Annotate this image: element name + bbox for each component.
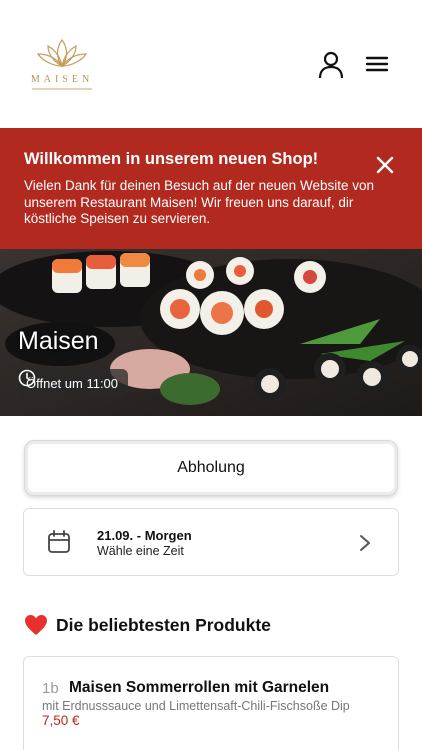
- pickup-button[interactable]: Abholung: [24, 440, 398, 496]
- lotus-logo: [36, 38, 88, 68]
- opening-hours-text: Öffnet um 11:00: [26, 375, 119, 391]
- close-icon: [376, 156, 394, 174]
- popular-products-title: Die beliebtesten Produkte: [56, 614, 271, 635]
- hero-image: Maisen Öffnet um 11:00: [0, 249, 422, 416]
- pickup-time-selector[interactable]: 21.09. - Morgen Wähle eine Zeit: [23, 508, 399, 576]
- banner-title: Willkommen in unserem neuen Shop!: [24, 150, 319, 168]
- header: MAISEN: [0, 0, 422, 128]
- account-button[interactable]: [316, 50, 346, 80]
- banner-text: Vielen Dank für deinen Besuch auf der ne…: [24, 178, 374, 226]
- opening-hours-badge: Öffnet um 11:00: [18, 369, 129, 397]
- product-card[interactable]: 1b Maisen Sommerrollen mit Garnelen mit …: [23, 656, 399, 750]
- choose-time-label: Wähle eine Zeit: [97, 544, 184, 558]
- clock-icon: [18, 369, 36, 387]
- logo-underline: [32, 88, 92, 90]
- product-price: 7,50 €: [42, 713, 80, 728]
- heart-icon: [25, 615, 47, 635]
- product-number: 1b: [42, 680, 59, 697]
- product-description: mit Erdnusssauce und Limettensaft-Chili-…: [42, 699, 350, 713]
- chevron-right-icon: [360, 535, 370, 551]
- product-name: Maisen Sommerrollen mit Garnelen: [69, 679, 330, 696]
- restaurant-name: Maisen: [18, 327, 99, 355]
- logo-text: MAISEN: [30, 74, 94, 85]
- banner-close-button[interactable]: [374, 154, 396, 176]
- user-icon: [318, 51, 344, 79]
- menu-button[interactable]: [362, 52, 392, 78]
- welcome-banner: Willkommen in unserem neuen Shop! Vielen…: [0, 128, 422, 249]
- pickup-date: 21.09. - Morgen: [97, 528, 192, 543]
- calendar-icon: [48, 530, 70, 553]
- maisen-logo[interactable]: MAISEN: [28, 36, 96, 96]
- popular-products-heading: Die beliebtesten Produkte: [24, 614, 271, 636]
- menu-icon: [365, 56, 389, 72]
